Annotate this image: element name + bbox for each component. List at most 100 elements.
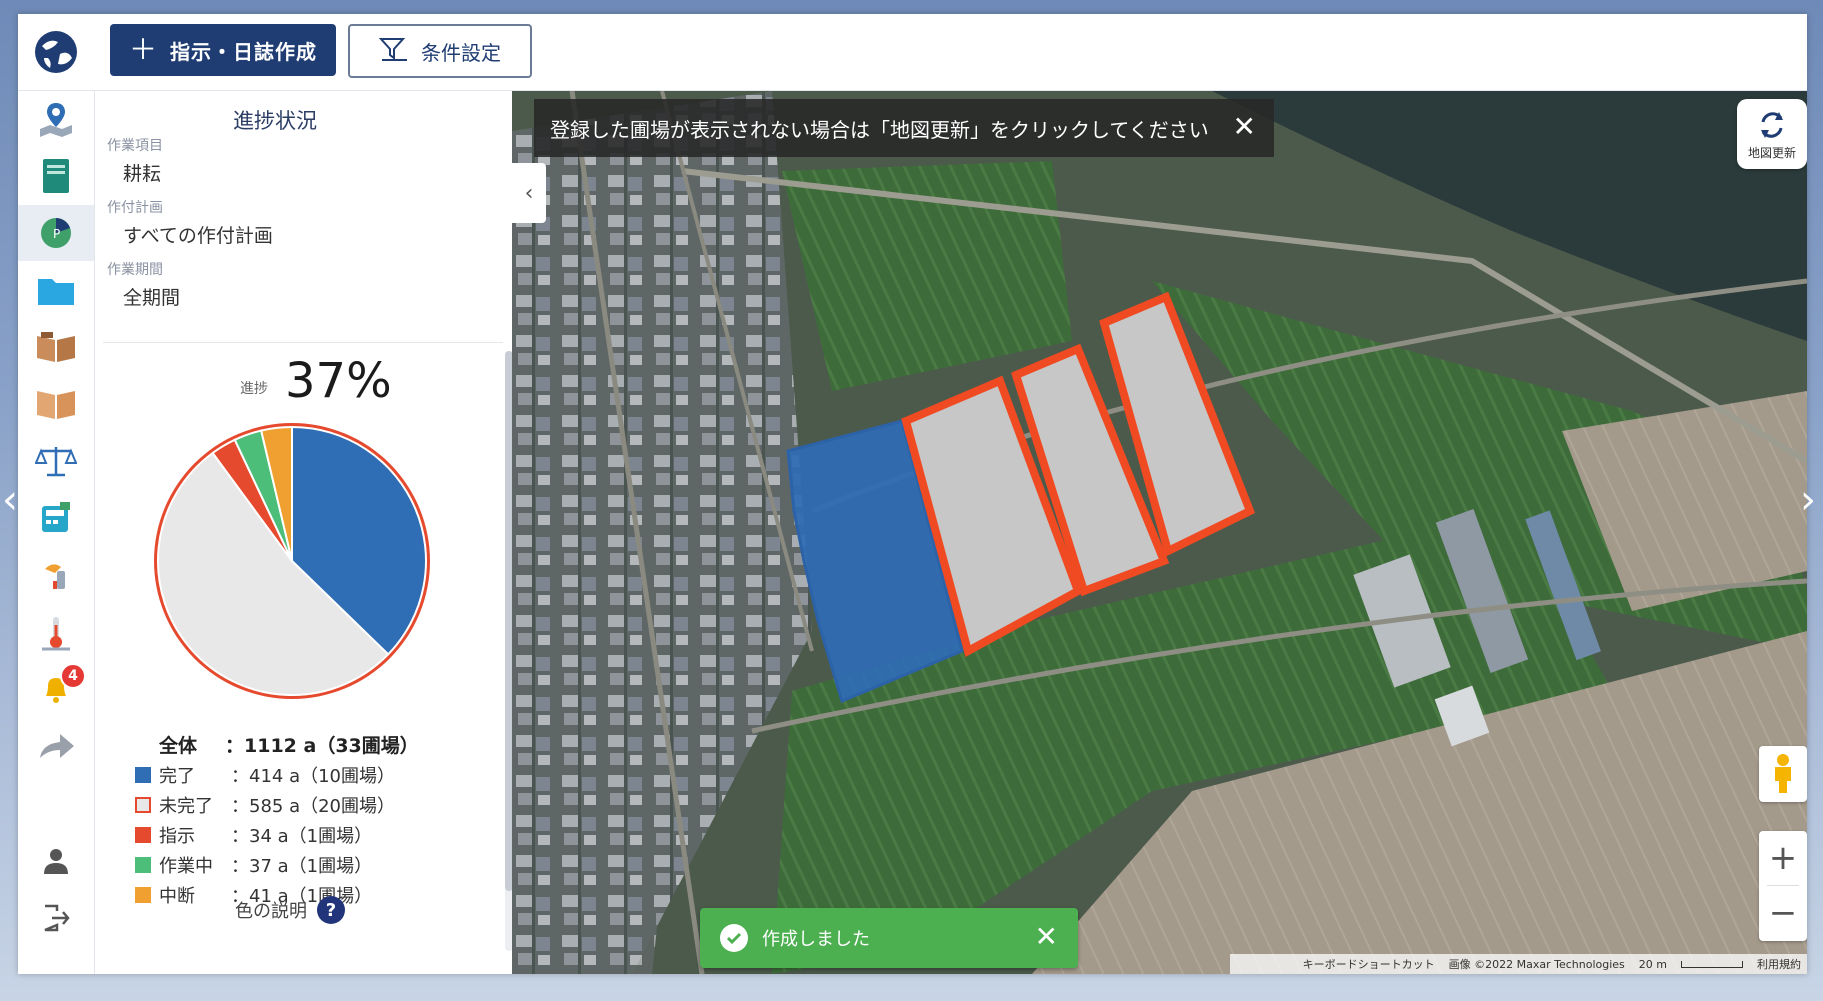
progress-pie-chart <box>154 423 430 699</box>
sidebar-item-map[interactable] <box>18 91 94 147</box>
condition-settings-button[interactable]: 条件設定 <box>348 24 532 78</box>
toast-message: 作成しました <box>762 929 870 950</box>
zoom-control: + − <box>1759 831 1807 941</box>
toast-close-icon[interactable]: ✕ <box>1035 922 1058 952</box>
street-view-pegman[interactable] <box>1759 746 1807 802</box>
logout-icon <box>44 904 70 932</box>
chevron-left-icon: ‹ <box>524 180 534 206</box>
crop-plan-label: 作付計画 <box>107 200 163 216</box>
legend-name: 中断 <box>159 886 195 907</box>
notification-badge: 4 <box>60 663 86 689</box>
sidebar-item-balance[interactable] <box>18 433 94 489</box>
legend-name: 完了 <box>159 766 195 787</box>
check-icon <box>720 924 748 952</box>
sidebar-item-logout[interactable] <box>18 890 94 946</box>
sidebar-item-notebook[interactable] <box>18 148 94 204</box>
work-item-value[interactable]: 耕耘 <box>123 159 161 186</box>
summary-total-value: ：1112 a（33圃場） <box>225 735 419 757</box>
sidebar-item-records[interactable] <box>18 319 94 375</box>
open-book-icon <box>37 332 75 362</box>
work-period-label: 作業期間 <box>107 262 163 278</box>
scale-icon <box>35 447 77 477</box>
app-logo-icon[interactable] <box>32 28 80 76</box>
work-period-value[interactable]: 全期間 <box>123 283 180 310</box>
legend-swatch-in-progress <box>135 857 151 873</box>
book-icon <box>37 391 75 419</box>
legend-swatch-incomplete <box>135 797 151 813</box>
svg-text:P: P <box>53 227 60 241</box>
color-help-link[interactable]: 色の説明 ? <box>235 896 345 924</box>
color-help-label: 色の説明 <box>235 901 307 922</box>
imagery-credit: 画像 ©2022 Maxar Technologies <box>1448 958 1625 971</box>
sidebar-item-manual[interactable] <box>18 376 94 432</box>
sidebar-item-spray[interactable] <box>18 547 94 603</box>
edge-left-arrow-icon: ‹ <box>2 477 18 523</box>
map-notice-text: 登録した圃場が表示されない場合は「地図更新」をクリックしてください <box>550 117 1209 142</box>
sidebar-item-calculator[interactable] <box>18 490 94 546</box>
sidebar-item-account[interactable] <box>18 833 94 889</box>
satellite-map[interactable]: 登録した圃場が表示されない場合は「地図更新」をクリックしてください ✕ ‹ 地図… <box>512 91 1807 974</box>
zoom-out-button[interactable]: − <box>1759 886 1807 940</box>
panel-divider <box>103 342 503 343</box>
legend-name: 作業中 <box>159 856 213 877</box>
legend-value: ：34 a（1圃場） <box>231 826 373 847</box>
top-bar: ＋ 指示・日誌作成 条件設定 <box>18 14 1807 91</box>
legend-swatch-instructed <box>135 827 151 843</box>
map-refresh-button[interactable]: 地図更新 <box>1737 99 1807 169</box>
sidebar-item-notifications[interactable]: 4 <box>18 661 94 717</box>
map-imagery <box>512 91 1807 974</box>
summary-total-label: 全体 <box>159 735 198 757</box>
app-window: ＋ 指示・日誌作成 条件設定 P 4 進捗状況 作業項目 耕耘 作付計画 すべて… <box>18 14 1807 974</box>
map-notice-banner: 登録した圃場が表示されない場合は「地図更新」をクリックしてください ✕ <box>534 99 1274 157</box>
legend-name: 未完了 <box>159 796 213 817</box>
panel-title: 進捗状況 <box>233 109 317 133</box>
notebook-icon <box>43 159 69 193</box>
scale-bar <box>1681 960 1743 968</box>
refresh-icon <box>1761 111 1783 138</box>
sidebar-nav: P 4 <box>18 91 95 974</box>
notice-close-icon[interactable]: ✕ <box>1233 113 1256 141</box>
funnel-settings-icon <box>378 36 409 67</box>
sidebar-item-progress[interactable]: P <box>18 205 94 261</box>
success-toast: 作成しました ✕ <box>700 908 1078 968</box>
legend-name: 指示 <box>159 826 195 847</box>
sidebar-item-folder[interactable] <box>18 262 94 318</box>
keyboard-shortcuts-link[interactable]: キーボードショートカット <box>1303 956 1435 972</box>
crop-plan-value[interactable]: すべての作付計画 <box>123 221 273 248</box>
legend-item-instructed: 指示 ：34 a（1圃場） <box>135 821 372 849</box>
map-pin-icon <box>40 103 72 137</box>
zoom-in-button[interactable]: + <box>1759 831 1807 885</box>
map-attribution: キーボードショートカット 画像 ©2022 Maxar Technologies… <box>1230 954 1807 974</box>
legend-item-incomplete: 未完了 ：585 a（20圃場） <box>135 791 395 819</box>
progress-percentage: 37% <box>285 353 392 409</box>
pegman-icon <box>1775 754 1791 793</box>
legend-swatch-suspended <box>135 887 151 903</box>
create-button-label: 指示・日誌作成 <box>170 39 317 64</box>
progress-label: 進捗 <box>240 381 268 397</box>
legend-value: ：585 a（20圃場） <box>231 796 396 817</box>
help-question-icon[interactable]: ? <box>317 896 345 924</box>
scale-label: 20 m <box>1638 957 1667 971</box>
sprayer-icon <box>45 564 65 589</box>
work-item-label: 作業項目 <box>107 138 163 154</box>
edge-right-arrow-icon: › <box>1800 477 1816 523</box>
calculator-icon <box>42 502 70 532</box>
progress-pie-icon: P <box>41 218 71 248</box>
thermometer-icon <box>42 617 70 651</box>
create-instruction-log-button[interactable]: ＋ 指示・日誌作成 <box>110 24 336 76</box>
map-refresh-label: 地図更新 <box>1747 145 1796 160</box>
user-icon <box>44 849 68 874</box>
legend-swatch-completed <box>135 767 151 783</box>
plus-icon: ＋ <box>128 33 158 66</box>
terms-link[interactable]: 利用規約 <box>1757 956 1801 972</box>
legend-value: ：414 a（10圃場） <box>231 766 396 787</box>
legend-item-in-progress: 作業中 ：37 a（1圃場） <box>135 851 372 879</box>
sidebar-item-share[interactable] <box>18 718 94 774</box>
progress-panel: 進捗状況 作業項目 耕耘 作付計画 すべての作付計画 作業期間 全期間 進捗 3… <box>95 91 513 974</box>
sidebar-item-temperature[interactable] <box>18 604 94 660</box>
legend-value: ：37 a（1圃場） <box>231 856 373 877</box>
share-arrow-icon <box>40 734 74 758</box>
collapse-panel-button[interactable]: ‹ <box>512 163 546 223</box>
folder-icon <box>38 279 74 305</box>
condition-button-label: 条件設定 <box>421 40 501 65</box>
